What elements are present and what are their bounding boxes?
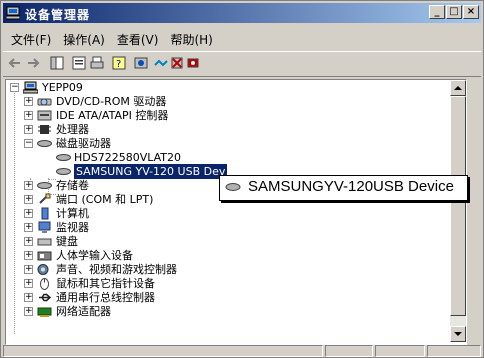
status-panel: [325, 345, 373, 357]
ide-controller-icon: [37, 110, 52, 121]
tree-item-label: 键盘: [56, 235, 78, 248]
monitor-icon: [38, 221, 51, 233]
forward-arrow-icon[interactable]: [25, 55, 41, 71]
vertical-scrollbar[interactable]: [450, 80, 466, 342]
keyboard-icon: [37, 238, 52, 246]
expand-toggle[interactable]: +: [24, 251, 33, 260]
storage-volume-icon: [37, 182, 52, 189]
speaker-icon: [37, 264, 49, 275]
minimize-button[interactable]: _: [429, 5, 445, 19]
port-icon: [39, 193, 51, 204]
device-tree: − YEPP09 + DVD/CD-ROM 驱动器 + IDE ATA/ATAP…: [5, 79, 467, 345]
status-panel: [427, 345, 481, 357]
svg-text:?: ?: [116, 59, 121, 70]
uninstall-icon[interactable]: [169, 55, 185, 71]
expand-toggle[interactable]: +: [24, 279, 33, 288]
close-button[interactable]: ×: [463, 5, 479, 19]
tree-item-label: 网络适配器: [56, 305, 111, 318]
status-panel: [375, 345, 425, 357]
network-adapter-icon: [37, 307, 52, 317]
computer-icon: [6, 6, 20, 20]
status-panel-main: [3, 345, 323, 357]
tree-item-label: 人体学输入设备: [56, 249, 133, 262]
help-icon[interactable]: ?: [111, 55, 127, 71]
back-arrow-icon[interactable]: [7, 55, 23, 71]
maximize-button[interactable]: □: [446, 5, 462, 19]
scroll-up-button[interactable]: [450, 80, 466, 96]
expand-toggle[interactable]: +: [24, 307, 33, 316]
expand-toggle[interactable]: +: [24, 181, 33, 190]
tree-item-label: 存储卷: [56, 179, 89, 192]
tree-root-label: YEPP09: [42, 81, 83, 94]
expand-toggle[interactable]: +: [24, 97, 33, 106]
hid-icon: [37, 251, 52, 261]
console-tree-icon[interactable]: [49, 55, 65, 71]
disable-device-icon[interactable]: [185, 55, 201, 71]
update-driver-icon[interactable]: [153, 55, 169, 71]
expand-toggle[interactable]: +: [24, 237, 33, 246]
menu-file[interactable]: 文件(F): [5, 31, 57, 49]
tree-item-label: 端口 (COM 和 LPT): [56, 193, 154, 206]
expand-toggle[interactable]: +: [24, 125, 33, 134]
mouse-icon: [40, 278, 49, 290]
expand-toggle[interactable]: +: [24, 209, 33, 218]
status-bar: [3, 345, 481, 357]
disk-drive-icon: [225, 183, 241, 191]
tree-item-label: DVD/CD-ROM 驱动器: [56, 95, 167, 108]
tree-item-label: 监视器: [56, 221, 89, 234]
tree-item-label: HDS722580VLAT20: [74, 151, 182, 164]
expand-toggle[interactable]: +: [24, 223, 33, 232]
arrow-down-icon: [454, 332, 462, 336]
usb-icon: [39, 293, 52, 302]
scroll-thumb[interactable]: [450, 96, 466, 316]
tooltip-text: SAMSUNGYV-120USB Device: [248, 178, 454, 195]
arrow-up-icon: [454, 86, 462, 90]
expand-toggle[interactable]: +: [24, 293, 33, 302]
disk-drive-icon: [37, 140, 52, 147]
toolbar: ?: [3, 51, 481, 77]
disk-drive-icon: [56, 154, 71, 161]
menu-action[interactable]: 操作(A): [57, 31, 111, 49]
menu-bar: 文件(F) 操作(A) 查看(V) 帮助(H): [5, 31, 219, 49]
expand-toggle[interactable]: +: [24, 195, 33, 204]
tree-item-label: 鼠标和其它指针设备: [56, 277, 155, 290]
selected-tree-item-label: SAMSUNG YV-120 USB Dev: [74, 164, 228, 179]
expand-toggle[interactable]: +: [24, 265, 33, 274]
cd-drive-icon: [37, 98, 52, 106]
tree-item-label: 计算机: [56, 207, 89, 220]
collapse-toggle[interactable]: −: [10, 83, 19, 92]
processor-icon: [38, 125, 51, 134]
scan-hardware-icon[interactable]: [133, 55, 149, 71]
collapse-toggle[interactable]: −: [24, 139, 33, 148]
properties-icon[interactable]: [71, 55, 87, 71]
print-icon[interactable]: [89, 55, 105, 71]
title-bar[interactable]: 设备管理器 _ □ ×: [3, 3, 481, 23]
device-name-tooltip: SAMSUNGYV-120USB Device: [219, 175, 468, 201]
tree-item-label: 声音、视频和游戏控制器: [56, 263, 177, 276]
computer-icon: [23, 81, 38, 94]
disk-drive-icon: [56, 168, 71, 175]
computer-icon: [41, 207, 49, 220]
menu-help[interactable]: 帮助(H): [164, 31, 218, 49]
expand-toggle[interactable]: +: [24, 111, 33, 120]
tree-item-label: 通用串行总线控制器: [56, 291, 155, 304]
window-title: 设备管理器: [25, 8, 91, 22]
device-manager-window: 设备管理器 _ □ × 文件(F) 操作(A) 查看(V) 帮助(H) ? −: [0, 0, 484, 358]
scroll-down-button[interactable]: [450, 326, 466, 342]
tree-item-label: 磁盘驱动器: [56, 137, 111, 150]
tree-item-label: IDE ATA/ATAPI 控制器: [56, 109, 169, 122]
tree-item-label: 处理器: [56, 123, 89, 136]
menu-view[interactable]: 查看(V): [111, 31, 165, 49]
